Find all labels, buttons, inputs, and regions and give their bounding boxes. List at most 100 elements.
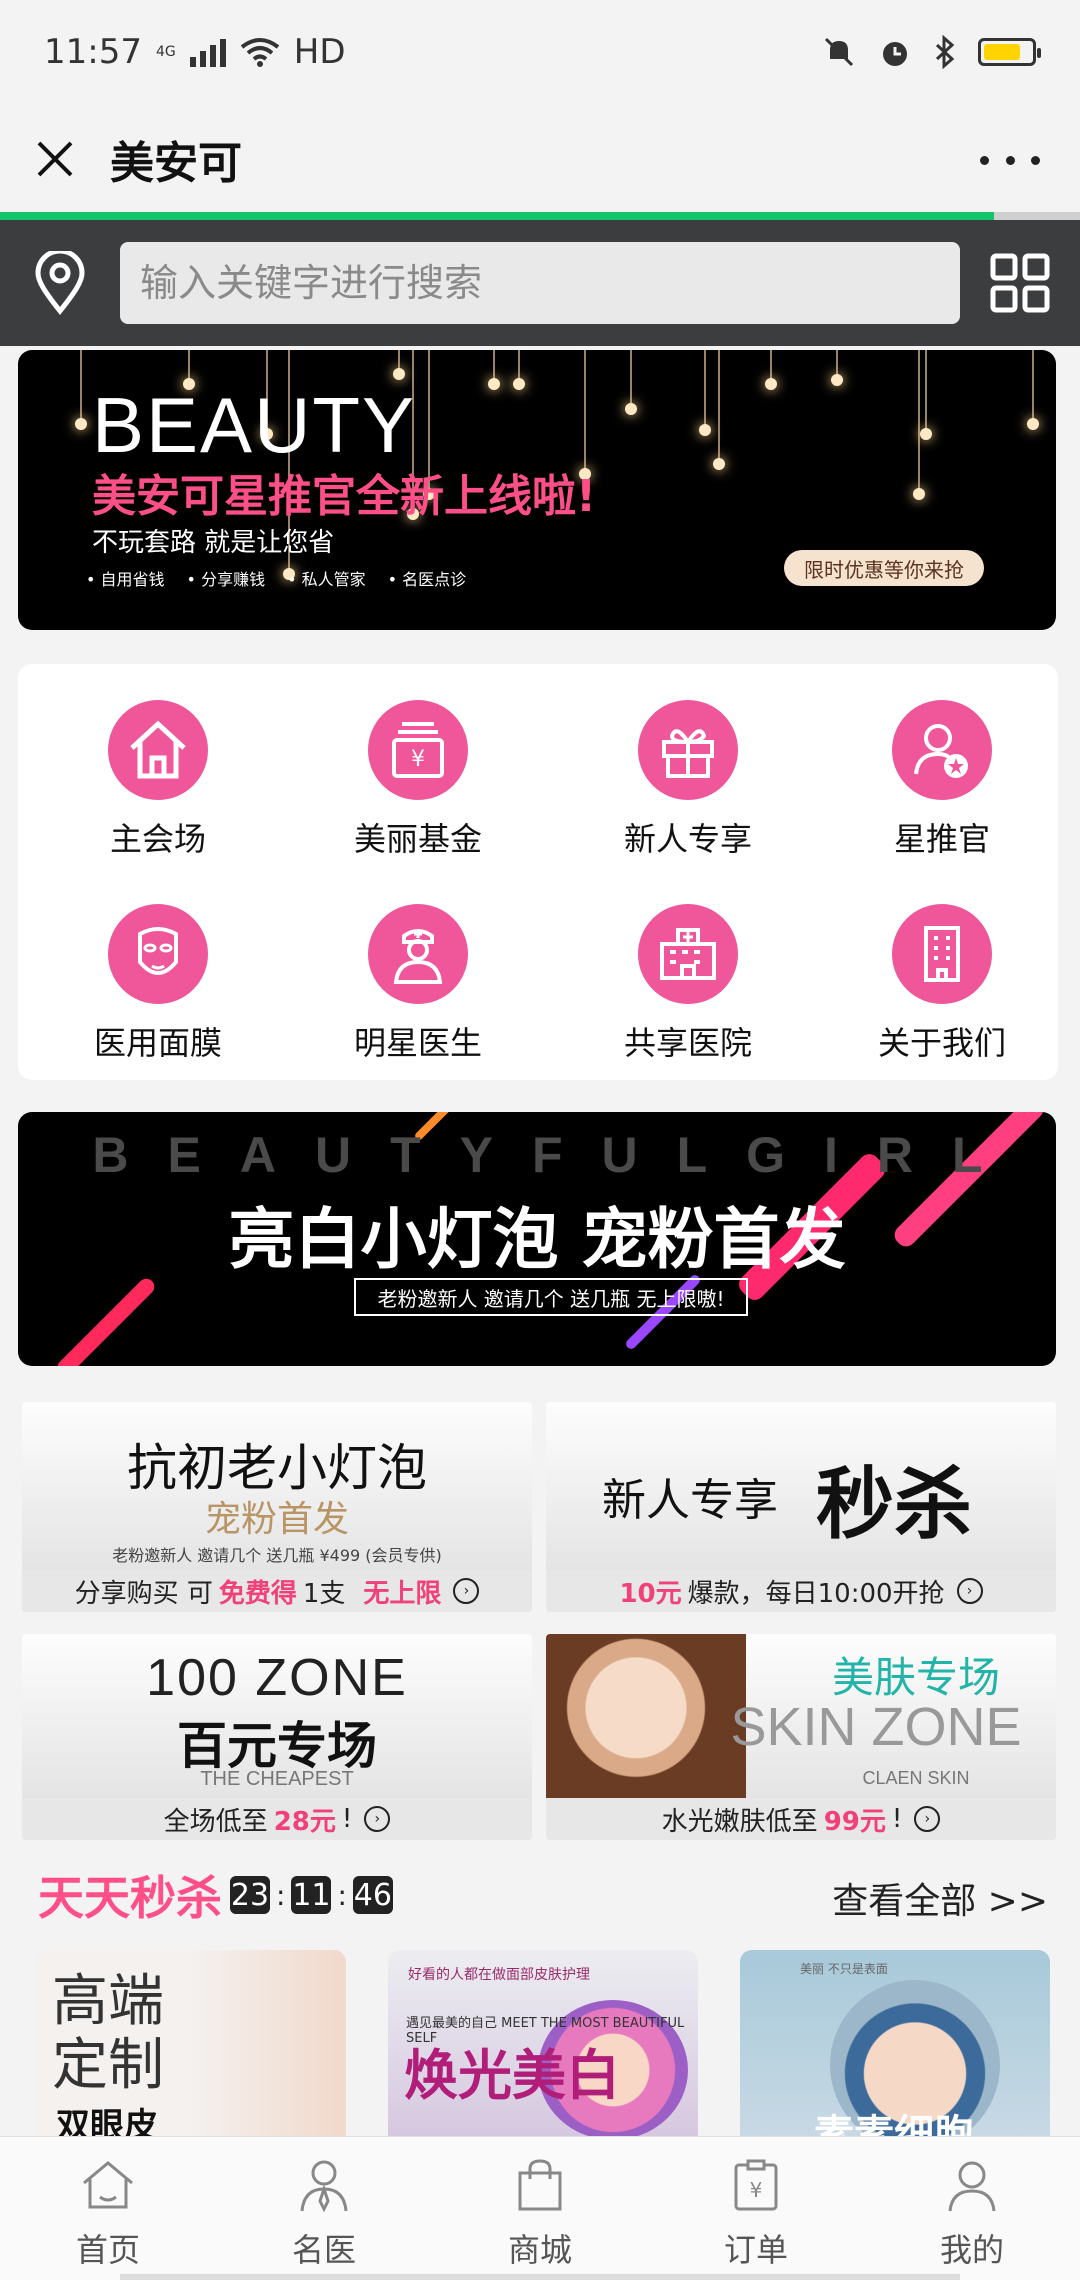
- card-footer: 分享购买 可免费得 1支 无上限 ›: [22, 1570, 532, 1612]
- card-subtitle: 宠粉首发: [204, 1499, 349, 1540]
- status-time: 11:57: [44, 32, 142, 72]
- promo-banner-subtitle: 老粉邀新人 邀请几个 送几瓶 无上限嗷!: [354, 1278, 748, 1316]
- card-note: 老粉邀新人 邀请几个 送几瓶 ¥499 (会员专供): [112, 1546, 442, 1565]
- more-menu-button[interactable]: [980, 140, 1040, 180]
- card-title-en: SKIN ZONE: [730, 1697, 1022, 1757]
- home-indicator[interactable]: [120, 2274, 960, 2280]
- banner-tags: 自用省钱 分享赚钱 私人管家 名医点诊: [86, 566, 467, 590]
- footer-text: 爆款，每日10:00开抢: [687, 1578, 945, 1609]
- location-button[interactable]: [0, 220, 120, 346]
- promo-card-100-zone[interactable]: 100 ZONE 百元专场 THE CHEAPEST 全场低至 28元! ›: [22, 1634, 532, 1840]
- nav-home[interactable]: 首页: [0, 2137, 216, 2280]
- promo-banner-title: 亮白小灯泡 宠粉首发: [228, 1201, 846, 1278]
- close-button[interactable]: [0, 104, 110, 214]
- product-name: 焕光美白: [404, 2044, 620, 2107]
- grid-item-star-promoter[interactable]: 星推官: [832, 700, 1052, 870]
- gift-icon: [638, 700, 738, 800]
- promo-card-newcomer-flash[interactable]: 新人专享 秒杀 10元 爆款，每日10:00开抢 ›: [546, 1402, 1056, 1612]
- card-note: THE CHEAPEST: [200, 1768, 354, 1790]
- countdown-hours: 23: [230, 1876, 270, 1914]
- banner-tag: 自用省钱: [86, 566, 165, 590]
- product-card[interactable]: 好看的人都在做面部皮肤护理 遇见最美的自己 MEET THE MOST BEAU…: [388, 1950, 698, 2140]
- product-card[interactable]: 美丽 不只是表面 素素细胞: [740, 1950, 1050, 2140]
- product-tagline: 美丽 不只是表面: [800, 1962, 888, 1976]
- grid-item-about-us[interactable]: 关于我们: [832, 904, 1052, 1074]
- search-header: [0, 220, 1080, 346]
- banner-badge[interactable]: 限时优惠等你来抢: [784, 550, 984, 586]
- promo-card-skin-zone[interactable]: 美肤专场 SKIN ZONE CLAEN SKIN 水光嫩肤低至 99元! ›: [546, 1634, 1056, 1840]
- wifi-icon: [240, 38, 279, 67]
- grid-item-label: 新人专享: [623, 820, 752, 858]
- star-user-icon: [892, 700, 992, 800]
- arrow-right-icon: ›: [914, 1806, 941, 1832]
- banner-tag: 名医点诊: [388, 566, 466, 590]
- grid-item-star-doctor[interactable]: 明星医生: [308, 904, 528, 1074]
- close-icon: [37, 141, 73, 177]
- category-grid: 主会场 ¥ 美丽基金 新人专享 星推官 医用面膜 明星医生 共享医院 关于我们: [18, 664, 1058, 1080]
- product-subtitle: 遇见最美的自己 MEET THE MOST BEAUTIFUL SELF: [406, 2016, 685, 2046]
- product-name: 双眼皮: [56, 2106, 158, 2140]
- face-mask-icon: [108, 904, 208, 1004]
- banner-tag: 私人管家: [287, 566, 366, 590]
- product-headline: 高端定制: [52, 1969, 164, 2098]
- grid-item-beauty-fund[interactable]: ¥ 美丽基金: [308, 700, 528, 870]
- banner-title: BEAUTY: [92, 381, 417, 469]
- svg-text:¥: ¥: [750, 2178, 763, 2202]
- nav-label: 商城: [507, 2231, 572, 2269]
- promo-banner[interactable]: BEAUTYFULGIRL 亮白小灯泡 宠粉首发 老粉邀新人 邀请几个 送几瓶 …: [18, 1112, 1056, 1366]
- bottom-nav: 首页 名医 商城 ¥ 订单 我的: [0, 2136, 1080, 2280]
- flash-sale-products: 高端定制 双眼皮 好看的人都在做面部皮肤护理 遇见最美的自己 MEET THE …: [0, 1950, 1080, 2140]
- doctor-user-icon: [300, 2160, 348, 2213]
- house-icon: [108, 700, 208, 800]
- home-icon: [83, 2161, 133, 2209]
- grid-item-main-venue[interactable]: 主会场: [48, 700, 268, 870]
- banner-tagline: 不玩套路 就是让您省: [92, 528, 335, 558]
- product-card[interactable]: 高端定制 双眼皮: [36, 1950, 346, 2140]
- grid-item-label: 医用面膜: [93, 1024, 222, 1062]
- countdown-separator: :: [276, 1878, 286, 1912]
- arrow-right-icon: ›: [364, 1806, 391, 1832]
- grid-item-medical-mask[interactable]: 医用面膜: [48, 904, 268, 1074]
- profile-icon: [948, 2161, 996, 2212]
- hospital-icon: [638, 904, 738, 1004]
- footer-text: 分享购买 可: [74, 1578, 213, 1609]
- card-note: CLAEN SKIN: [862, 1768, 970, 1788]
- footer-highlight: 99元: [823, 1806, 886, 1837]
- location-pin-icon: [35, 251, 85, 315]
- bluetooth-icon: [935, 35, 955, 69]
- nav-doctors[interactable]: 名医: [216, 2137, 432, 2280]
- card-highlight: 秒杀: [816, 1460, 973, 1550]
- mute-bell-icon: [824, 37, 854, 67]
- footer-text: !: [341, 1804, 353, 1834]
- alarm-icon: [883, 42, 907, 66]
- page-load-progress: [0, 212, 1080, 220]
- view-all-link[interactable]: 查看全部 >>: [832, 1872, 1048, 1924]
- search-input[interactable]: [140, 261, 960, 305]
- category-grid-button[interactable]: [960, 220, 1080, 346]
- order-clipboard-icon: ¥: [734, 2159, 778, 2211]
- status-right: [822, 35, 1041, 69]
- countdown-minutes: 11: [291, 1876, 332, 1914]
- hd-label: HD: [293, 32, 346, 72]
- nav-shop[interactable]: 商城: [432, 2137, 648, 2280]
- doctor-icon: [368, 904, 468, 1004]
- building-icon: [892, 904, 992, 1004]
- grid-item-shared-hospital[interactable]: 共享医院: [578, 904, 798, 1074]
- promo-card-anti-aging[interactable]: 抗初老小灯泡 宠粉首发 老粉邀新人 邀请几个 送几瓶 ¥499 (会员专供) 分…: [22, 1402, 532, 1612]
- battery-icon: [978, 38, 1041, 66]
- banner-letters: BEAUTYFULGIRL: [92, 1127, 1022, 1183]
- grid-item-label: 星推官: [893, 820, 990, 858]
- nav-orders[interactable]: ¥ 订单: [648, 2137, 864, 2280]
- top-banner[interactable]: BEAUTY 美安可星推官全新上线啦! 不玩套路 就是让您省 自用省钱 分享赚钱…: [18, 350, 1056, 630]
- footer-highlight: 28元: [273, 1806, 336, 1837]
- nav-profile[interactable]: 我的: [864, 2137, 1080, 2280]
- search-box[interactable]: [120, 242, 960, 324]
- nav-label: 订单: [723, 2231, 788, 2269]
- flash-sale-title: 天天秒杀: [38, 1871, 222, 1925]
- footer-text: !: [891, 1804, 903, 1834]
- grid-item-label: 共享医院: [623, 1024, 752, 1062]
- grid-menu-icon: [990, 253, 1050, 313]
- flash-sale-header: 天天秒杀 23 : 11 : 46 查看全部 >>: [0, 1860, 1080, 1930]
- grid-item-label: 美丽基金: [353, 820, 482, 858]
- grid-item-newcomer[interactable]: 新人专享: [578, 700, 798, 870]
